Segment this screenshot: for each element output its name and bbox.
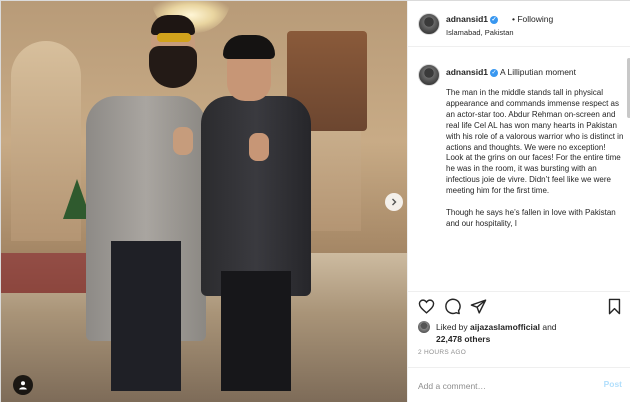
likes-count[interactable]: 22,478 others bbox=[436, 334, 490, 344]
chevron-right-icon[interactable] bbox=[385, 193, 403, 211]
separator-dot: • bbox=[512, 14, 515, 24]
person-right-legs bbox=[221, 271, 291, 391]
person-left-beard bbox=[149, 46, 197, 88]
thumbs-up bbox=[249, 133, 269, 161]
likes-prefix: Liked by bbox=[436, 322, 468, 332]
avatar[interactable] bbox=[418, 13, 440, 35]
header-username[interactable]: adnansid1 ✓ bbox=[446, 14, 499, 24]
post-timestamp[interactable]: 2 HOURS AGO bbox=[418, 349, 466, 356]
comments-section[interactable]: adnansid1 ✓ A Lilliputian moment The man … bbox=[408, 48, 630, 291]
share-icon[interactable] bbox=[470, 298, 487, 315]
post-header: adnansid1 ✓ • Following Islamabad, Pakist… bbox=[408, 1, 630, 47]
add-comment-bar: Post bbox=[408, 367, 630, 402]
heart-icon[interactable] bbox=[418, 298, 435, 315]
person-right-hair bbox=[223, 35, 275, 59]
following-label[interactable]: Following bbox=[517, 14, 553, 24]
thumbs-up bbox=[173, 127, 193, 155]
caption-title: A Lilliputian moment bbox=[499, 67, 577, 77]
person-right-coat bbox=[201, 96, 311, 296]
person-left-hair bbox=[151, 15, 195, 35]
follow-status[interactable]: • Following bbox=[512, 14, 553, 24]
instagram-post: adnansid1 ✓ • Following Islamabad, Pakist… bbox=[0, 0, 630, 402]
post-button[interactable]: Post bbox=[604, 379, 622, 389]
comment-input[interactable] bbox=[418, 379, 588, 393]
caption-username[interactable]: adnansid1 bbox=[446, 67, 488, 77]
verified-badge-icon: ✓ bbox=[490, 68, 499, 77]
post-side-panel: adnansid1 ✓ • Following Islamabad, Pakist… bbox=[407, 1, 630, 402]
likes-summary: Liked by aijazaslamofficial and 22,478 o… bbox=[408, 319, 630, 347]
liked-by-username[interactable]: aijazaslamofficial bbox=[470, 322, 540, 332]
likes-joiner: and bbox=[542, 322, 557, 332]
likes-text: Liked by aijazaslamofficial and 22,478 o… bbox=[436, 321, 616, 345]
avatar[interactable] bbox=[418, 321, 430, 333]
caption-header: adnansid1 ✓ A Lilliputian moment bbox=[446, 67, 622, 78]
user-tag-icon[interactable] bbox=[13, 375, 33, 395]
location-link[interactable]: Islamabad, Pakistan bbox=[446, 28, 514, 37]
person-left-glasses bbox=[157, 33, 191, 42]
bookmark-icon[interactable] bbox=[606, 298, 623, 315]
action-bar bbox=[408, 291, 630, 319]
comment-icon[interactable] bbox=[444, 298, 461, 315]
avatar[interactable] bbox=[418, 64, 440, 86]
post-photo[interactable] bbox=[1, 1, 407, 402]
verified-badge-icon: ✓ bbox=[490, 15, 499, 24]
caption-text: The man in the middle stands tall in phy… bbox=[446, 88, 624, 228]
person-left-legs bbox=[111, 241, 181, 391]
username-text[interactable]: adnansid1 bbox=[446, 14, 488, 24]
